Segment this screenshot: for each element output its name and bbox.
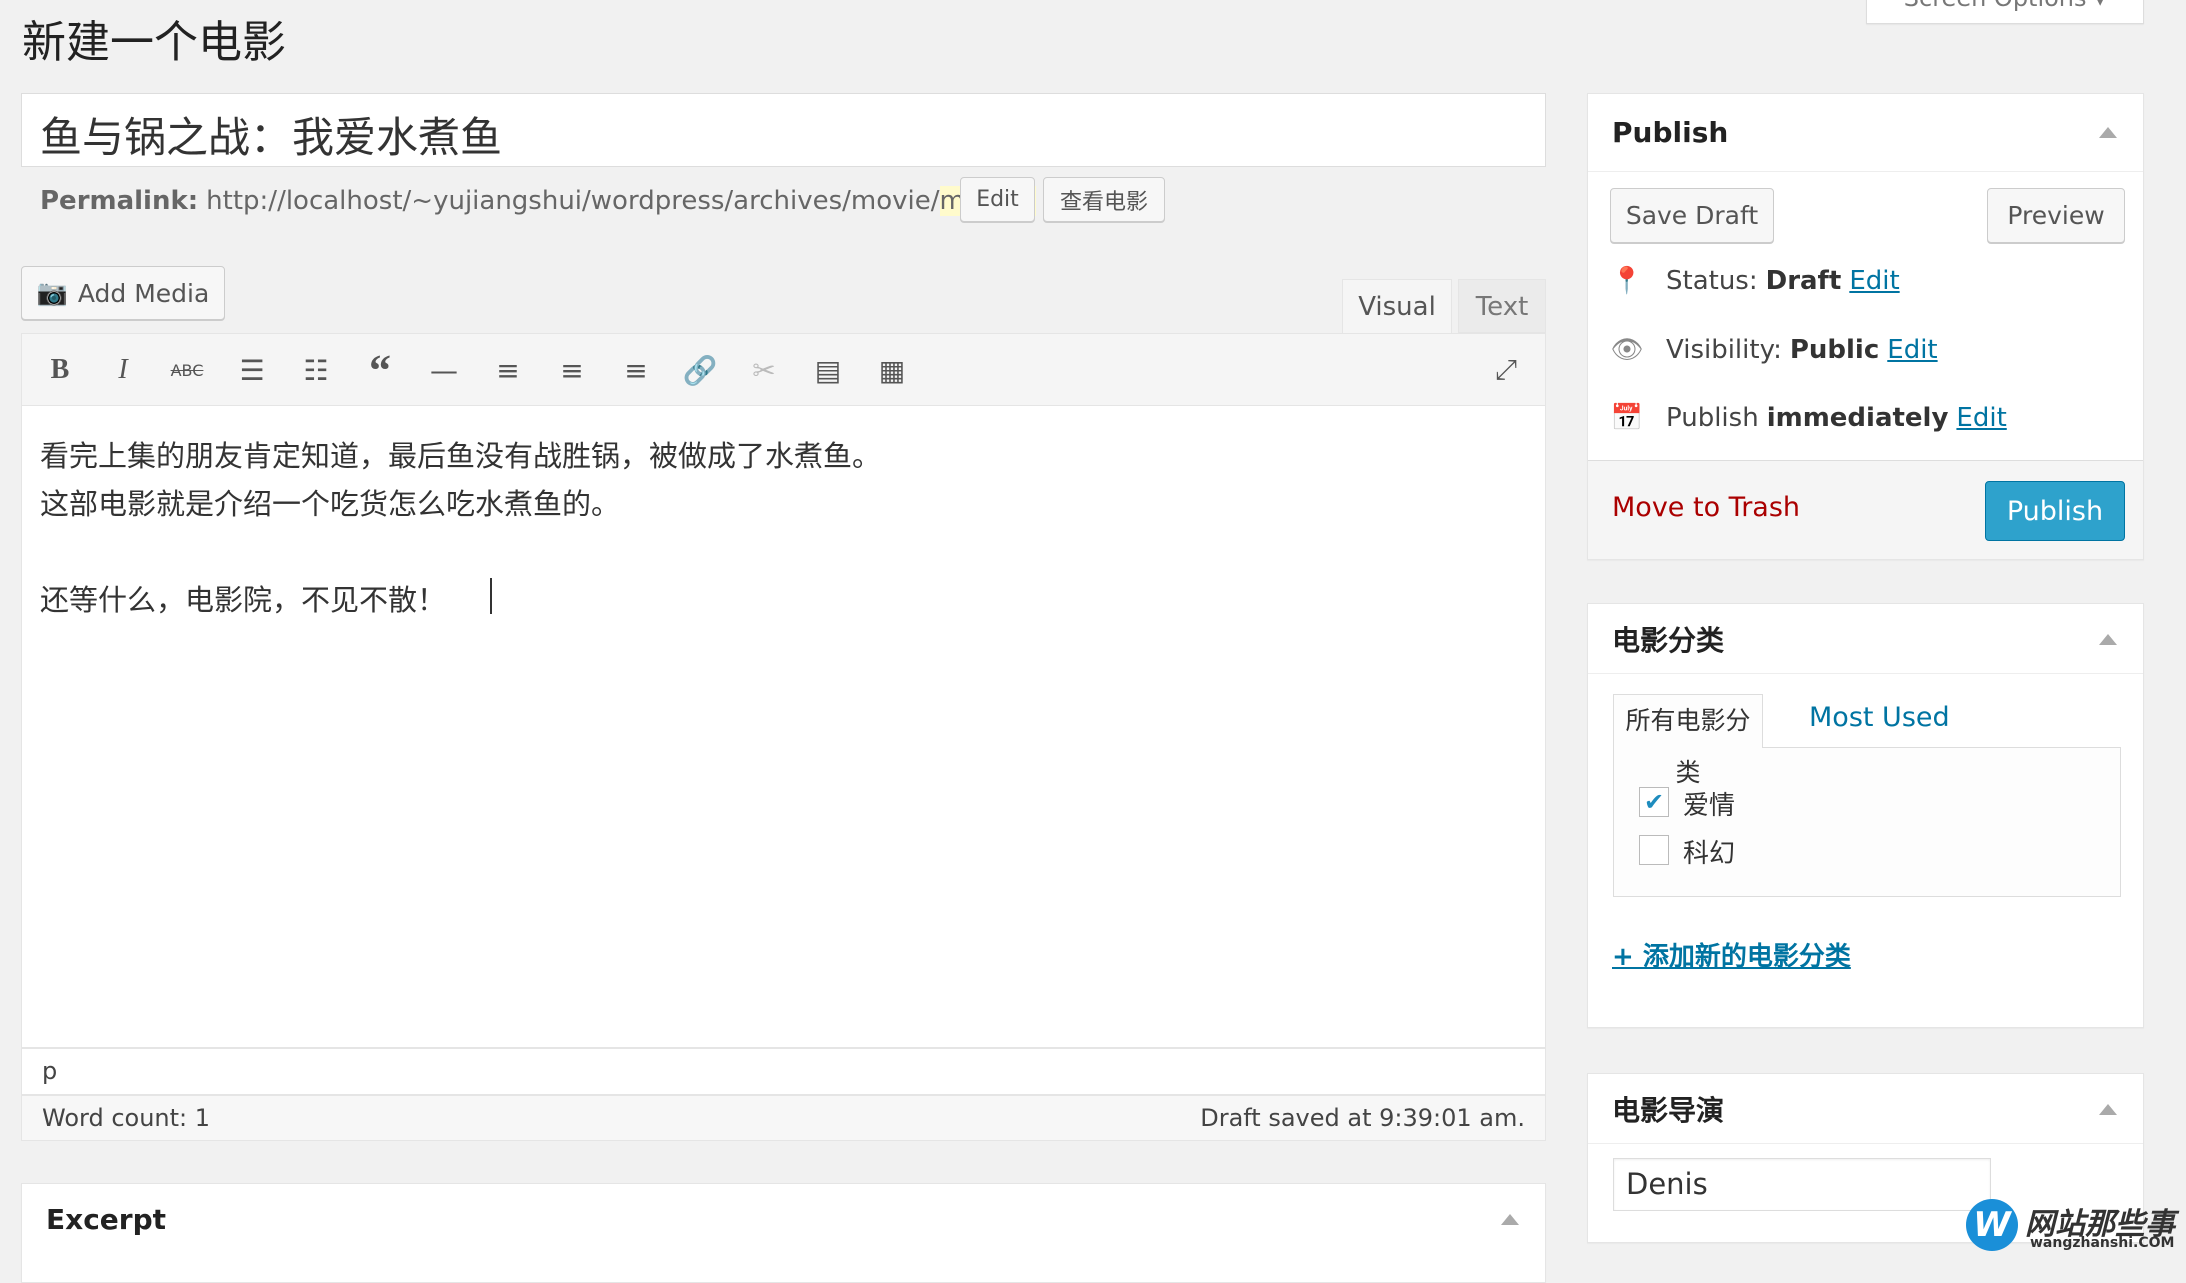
category-title-label: 电影分类 [1612,623,1725,657]
director-title[interactable]: 电影导演 [1588,1074,2143,1144]
visibility-row: 👁 Visibility: Public Edit [1610,335,1937,365]
visibility-label: Visibility: [1666,335,1782,365]
toolbar-toggle-icon[interactable]: ▦ [872,350,912,390]
schedule-row: 📅 Publish immediately Edit [1610,403,2007,433]
category-title[interactable]: 电影分类 [1588,604,2143,674]
fullscreen-icon[interactable]: ⤢ [1486,350,1526,390]
add-media-button[interactable]: 📷 Add Media [21,266,225,320]
media-icon: 📷 [36,278,68,307]
align-center-icon[interactable]: ≡ [552,350,592,390]
status-edit-link[interactable]: Edit [1849,266,1899,296]
bold-icon[interactable]: B [40,350,80,390]
status-row: 📍 Status: Draft Edit [1610,266,1900,296]
horizontal-rule-icon[interactable]: — [424,350,464,390]
text-cursor [490,578,492,614]
path-label: p [42,1057,58,1085]
permalink-row: Permalink: http://localhost/~yujiangshui… [40,183,1036,219]
publish-title-label: Publish [1612,116,1729,149]
collapse-icon[interactable] [2099,634,2117,645]
visibility-edit-link[interactable]: Edit [1887,335,1937,365]
excerpt-box: Excerpt [21,1183,1546,1283]
content-line: 还等什么，电影院，不见不散！ [40,583,447,617]
content-line: 看完上集的朋友肯定知道，最后鱼没有战胜锅，被做成了水煮鱼。 [40,439,882,473]
pin-icon: 📍 [1610,266,1644,296]
view-movie-button[interactable]: 查看电影 [1043,177,1165,222]
screen-options-button[interactable]: Screen Options ▾ [1866,0,2144,24]
permalink-url[interactable]: http://localhost/~yujiangshui/wordpress/… [206,186,939,216]
excerpt-title-label: Excerpt [46,1202,167,1236]
unlink-icon[interactable]: ✂ [744,350,784,390]
numbered-list-icon[interactable]: ☷ [296,350,336,390]
preview-button[interactable]: Preview [1987,188,2125,243]
blockquote-icon[interactable]: “ [360,346,400,395]
status-bar: Word count: 1 Draft saved at 9:39:01 am. [21,1095,1546,1141]
move-to-trash-link[interactable]: Move to Trash [1612,492,1800,523]
tab-most-used[interactable]: Most Used [1809,702,1950,733]
director-input[interactable]: Denis [1613,1158,1991,1211]
collapse-icon[interactable] [2099,1104,2117,1115]
watermark-subtext: wangzhanshi.COM [2030,1235,2175,1251]
bullet-list-icon[interactable]: ☰ [232,350,272,390]
category-checkbox-kehuan[interactable] [1639,835,1669,865]
word-count: Word count: 1 [42,1104,211,1132]
schedule-edit-link[interactable]: Edit [1956,403,2006,433]
draft-saved: Draft saved at 9:39:01 am. [1200,1104,1525,1132]
status-value: Draft [1765,266,1842,296]
director-title-label: 电影导演 [1612,1093,1725,1127]
add-category-link[interactable]: + 添加新的电影分类 [1612,936,1851,973]
tab-text[interactable]: Text [1458,279,1546,333]
schedule-value: immediately [1766,403,1949,433]
category-label: 科幻 [1683,839,1736,869]
watermark-logo: W [1966,1199,2018,1251]
read-more-icon[interactable]: ▤ [808,350,848,390]
permalink-edit-button[interactable]: Edit [960,177,1035,222]
tab-all-categories[interactable]: 所有电影分类 [1613,694,1763,787]
category-checkbox-aiqing[interactable]: ✔ [1639,787,1669,817]
tab-visual[interactable]: Visual [1342,279,1452,334]
italic-icon[interactable]: I [103,350,143,390]
add-media-label: Add Media [77,278,210,308]
publish-title[interactable]: Publish [1588,94,2143,172]
content-line: 这部电影就是介绍一个吃货怎么吃水煮鱼的。 [40,487,621,521]
category-box: 电影分类 所有电影分类 Most Used ✔ 爱情 科幻 + 添加新的电影分类 [1587,603,2144,1028]
strikethrough-icon[interactable]: ABC [167,350,207,390]
collapse-icon[interactable] [1501,1214,1519,1225]
page-title: 新建一个电影 [22,17,286,68]
screen-options-label: Screen Options [1904,0,2087,12]
schedule-label: Publish [1666,403,1759,433]
excerpt-title[interactable]: Excerpt [22,1184,1545,1254]
link-icon[interactable]: 🔗 [680,350,720,390]
align-right-icon[interactable]: ≡ [616,350,656,390]
collapse-icon[interactable] [2099,127,2117,138]
align-left-icon[interactable]: ≡ [488,350,528,390]
eye-icon: 👁 [1610,335,1644,365]
publish-box: Publish Save Draft Preview 📍 Status: Draft… [1587,93,2144,560]
path-bar: p [21,1048,1546,1095]
status-label: Status: [1666,266,1758,296]
publish-button[interactable]: Publish [1985,481,2125,541]
calendar-icon: 📅 [1610,403,1644,433]
title-input[interactable]: 鱼与锅之战：我爱水煮鱼 [21,93,1546,167]
visibility-value: Public [1789,335,1880,365]
save-draft-button[interactable]: Save Draft [1610,188,1774,243]
permalink-label: Permalink: [40,186,199,216]
